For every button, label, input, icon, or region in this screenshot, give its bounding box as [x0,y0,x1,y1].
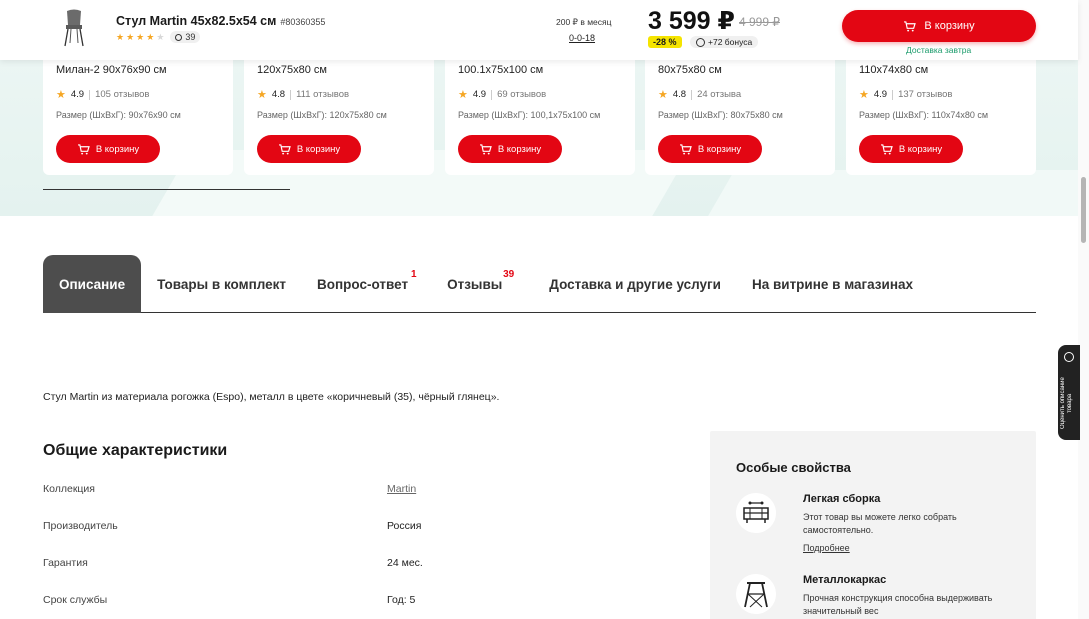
product-title: Стул Martin 45x82.5x54 см #80360355 [116,14,326,28]
tab-delivery[interactable]: Доставка и другие услуги [549,255,721,313]
feature-name: Металлокаркас [803,574,887,586]
bonus-badge[interactable]: +72 бонуса [690,36,759,48]
assembly-icon [736,493,776,533]
delivery-note: Доставка завтра [906,45,972,55]
reviews-count[interactable]: 39 [170,31,201,43]
reco-size: Размер (ШxВxГ): 80x75x80 см [658,110,783,120]
page-scrollbar-thumb[interactable] [1081,177,1086,243]
reco-rating: ★ 4.8 24 отзыва [658,89,742,101]
collection-link[interactable]: Martin [387,483,416,495]
spec-value: 24 мес. [387,557,423,569]
sun-icon [1064,352,1074,362]
tab-kit-products[interactable]: Товары в комплект [157,255,286,313]
product-sku: #80360355 [280,17,326,27]
star-icon: ★ [146,31,155,42]
reco-size: Размер (ШxВxГ): 110x74x80 см [859,110,989,120]
reco-rating: ★ 4.8 111 отзывов [257,89,350,101]
spec-key: Производитель [43,520,118,532]
page-scrollbar-track[interactable] [1078,0,1089,619]
reviews-count-badge: 39 [503,269,515,280]
tab-reviews[interactable]: Отзывы 39 [447,255,514,313]
star-icon: ★ [859,89,869,101]
star-icon: ★ [116,31,125,42]
spec-value: Россия [387,520,422,532]
star-icon: ★ [658,89,668,101]
discount-badge: -28 % [648,36,682,48]
spec-row: Срок службы Год: 5 [43,594,643,614]
installment-text: 200 ₽ в месяц [556,17,612,27]
cart-icon [880,143,893,155]
rate-widget-label: Оценить описание товара [1060,377,1073,429]
features-title: Особые свойства [736,460,851,475]
metal-frame-icon [736,574,776,614]
add-to-cart-button[interactable]: В корзину [842,10,1036,42]
spec-key: Срок службы [43,594,108,606]
star-icon: ★ [136,31,145,42]
star-empty-icon: ★ [156,31,165,42]
product-tabs: Описание Товары в комплект Вопрос-ответ 1… [43,255,1036,313]
reco-size: Размер (ШxВxГ): 100,1x75x100 см [458,110,601,120]
reco-rating: ★ 4.9 105 отзывов [56,89,150,101]
feature-name: Легкая сборка [803,493,881,505]
star-icon: ★ [458,89,468,101]
cart-icon [479,143,492,155]
old-price: 4 999 ₽ [739,15,780,29]
reco-size: Размер (ШxВxГ): 120x75x80 см [257,110,387,120]
reco-rating: ★ 4.9 69 отзывов [458,89,547,101]
installment-link[interactable]: 0-0-18 [569,33,595,43]
add-to-cart-button[interactable]: В корзину [458,135,562,163]
carousel-scrollbar[interactable] [43,189,290,190]
spec-key: Коллекция [43,483,95,495]
sticky-product-header: Стул Martin 45x82.5x54 см #80360355 ★ ★ ★… [0,0,1078,60]
spec-row: Гарантия 24 мес. [43,557,643,577]
tab-showcase[interactable]: На витрине в магазинах [752,255,913,313]
star-icon: ★ [126,31,135,42]
star-icon: ★ [257,89,267,101]
tab-questions[interactable]: Вопрос-ответ 1 [317,255,417,313]
reco-name[interactable]: 80x75x80 см [658,64,722,76]
reco-name[interactable]: 120x75x80 см [257,64,327,76]
reco-rating: ★ 4.9 137 отзывов [859,89,953,101]
add-to-cart-button[interactable]: В корзину [56,135,160,163]
product-rating[interactable]: ★ ★ ★ ★ ★ 39 [116,31,201,43]
comment-icon [175,33,183,41]
reco-name[interactable]: 100.1x75x100 см [458,64,543,76]
spec-row: Коллекция Martin [43,483,643,503]
product-thumbnail[interactable] [58,8,90,48]
star-icon: ★ [56,89,66,101]
spec-row: Производитель Россия [43,520,643,540]
more-link[interactable]: Подробнее [803,543,850,553]
cart-icon [77,143,90,155]
special-features-panel: Особые свойства Легкая сборка Этот товар… [710,431,1036,619]
reco-size: Размер (ШxВxГ): 90x76x90 см [56,110,181,120]
spec-key: Гарантия [43,557,88,569]
bonus-icon [696,37,705,47]
tab-description[interactable]: Описание [43,255,142,313]
feature-text: Прочная конструкция способна выдерживать… [803,593,993,616]
specs-title: Общие характеристики [43,442,228,459]
reco-name[interactable]: 110x74x80 см [859,64,928,76]
cart-icon [904,20,917,32]
product-description: Стул Martin из материала рогожка (Espo),… [43,391,500,403]
reco-name[interactable]: Милан-2 90x76x90 см [56,64,167,76]
spec-value: Год: 5 [387,594,416,606]
add-to-cart-button[interactable]: В корзину [257,135,361,163]
feature-text: Этот товар вы можете легко собрать самос… [803,512,957,535]
add-to-cart-button[interactable]: В корзину [859,135,963,163]
cart-icon [679,143,692,155]
price: 3 599 ₽ [648,7,735,35]
questions-count-badge: 1 [411,269,417,280]
cart-icon [278,143,291,155]
rate-description-widget[interactable]: Оценить описание товара [1058,345,1080,440]
add-to-cart-button[interactable]: В корзину [658,135,762,163]
